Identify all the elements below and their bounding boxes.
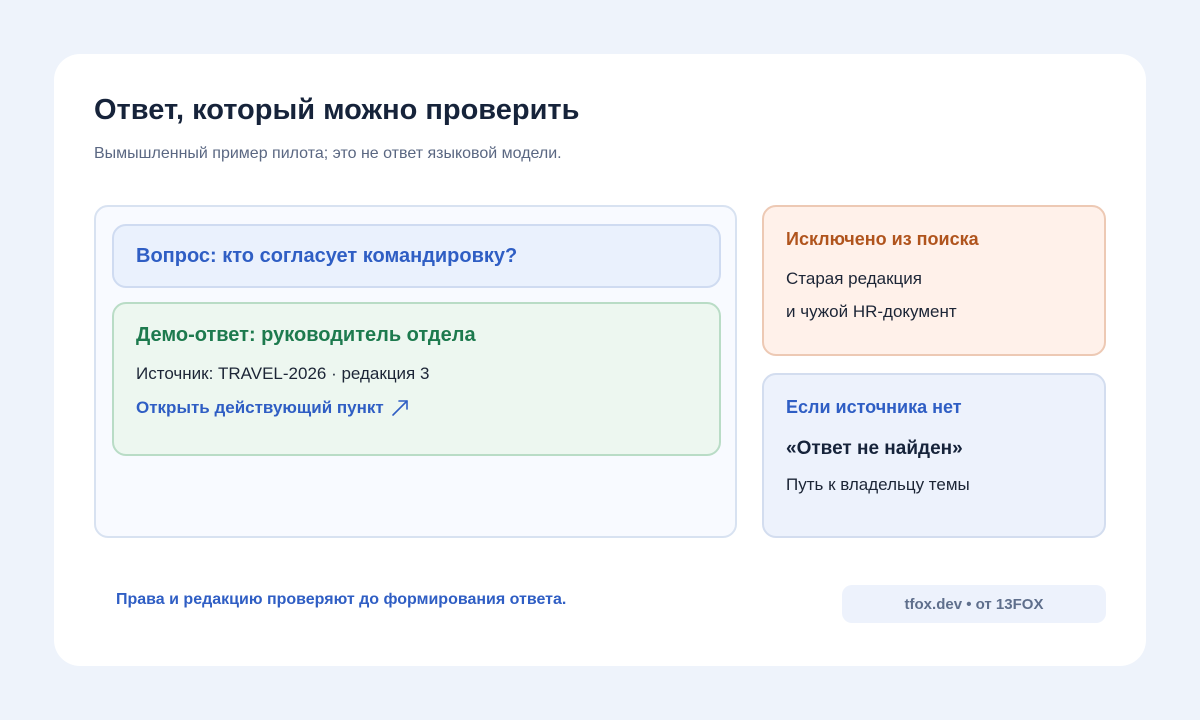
arrow-up-right-icon (390, 398, 410, 418)
no-source-panel: Если источника нет «Ответ не найден» Пут… (762, 373, 1106, 538)
question-box: Вопрос: кто согласует командировку? (112, 224, 721, 288)
brand-badge: tfox.dev • от 13FOX (842, 585, 1106, 623)
answer-source: Источник: TRAVEL-2026 · редакция 3 (136, 364, 430, 383)
open-clause-link-label: Открыть действующий пункт (136, 398, 384, 417)
footer-note: Права и редакцию проверяют до формирован… (116, 591, 567, 608)
open-clause-link[interactable]: Открыть действующий пункт (136, 398, 697, 418)
answer-box: Демо-ответ: руководитель отдела Источник… (112, 302, 721, 456)
no-source-line: Путь к владельцу темы (786, 475, 970, 494)
answer-title: Демо-ответ: руководитель отдела (136, 324, 476, 346)
page-subtitle: Вымышленный пример пилота; это не ответ … (94, 145, 562, 162)
no-source-title: Если источника нет (786, 397, 962, 417)
answer-panel: Вопрос: кто согласует командировку? Демо… (94, 205, 737, 538)
excluded-panel: Исключено из поиска Старая редакция и чу… (762, 205, 1106, 356)
excluded-title: Исключено из поиска (786, 229, 979, 249)
page-title: Ответ, который можно проверить (94, 94, 580, 126)
excluded-line: Старая редакция (786, 269, 922, 288)
excluded-line: и чужой HR-документ (786, 302, 957, 321)
brand-label: tfox.dev • от 13FOX (904, 595, 1044, 613)
content-card: Ответ, который можно проверить Вымышленн… (54, 54, 1146, 666)
no-source-quote: «Ответ не найден» (786, 438, 963, 459)
